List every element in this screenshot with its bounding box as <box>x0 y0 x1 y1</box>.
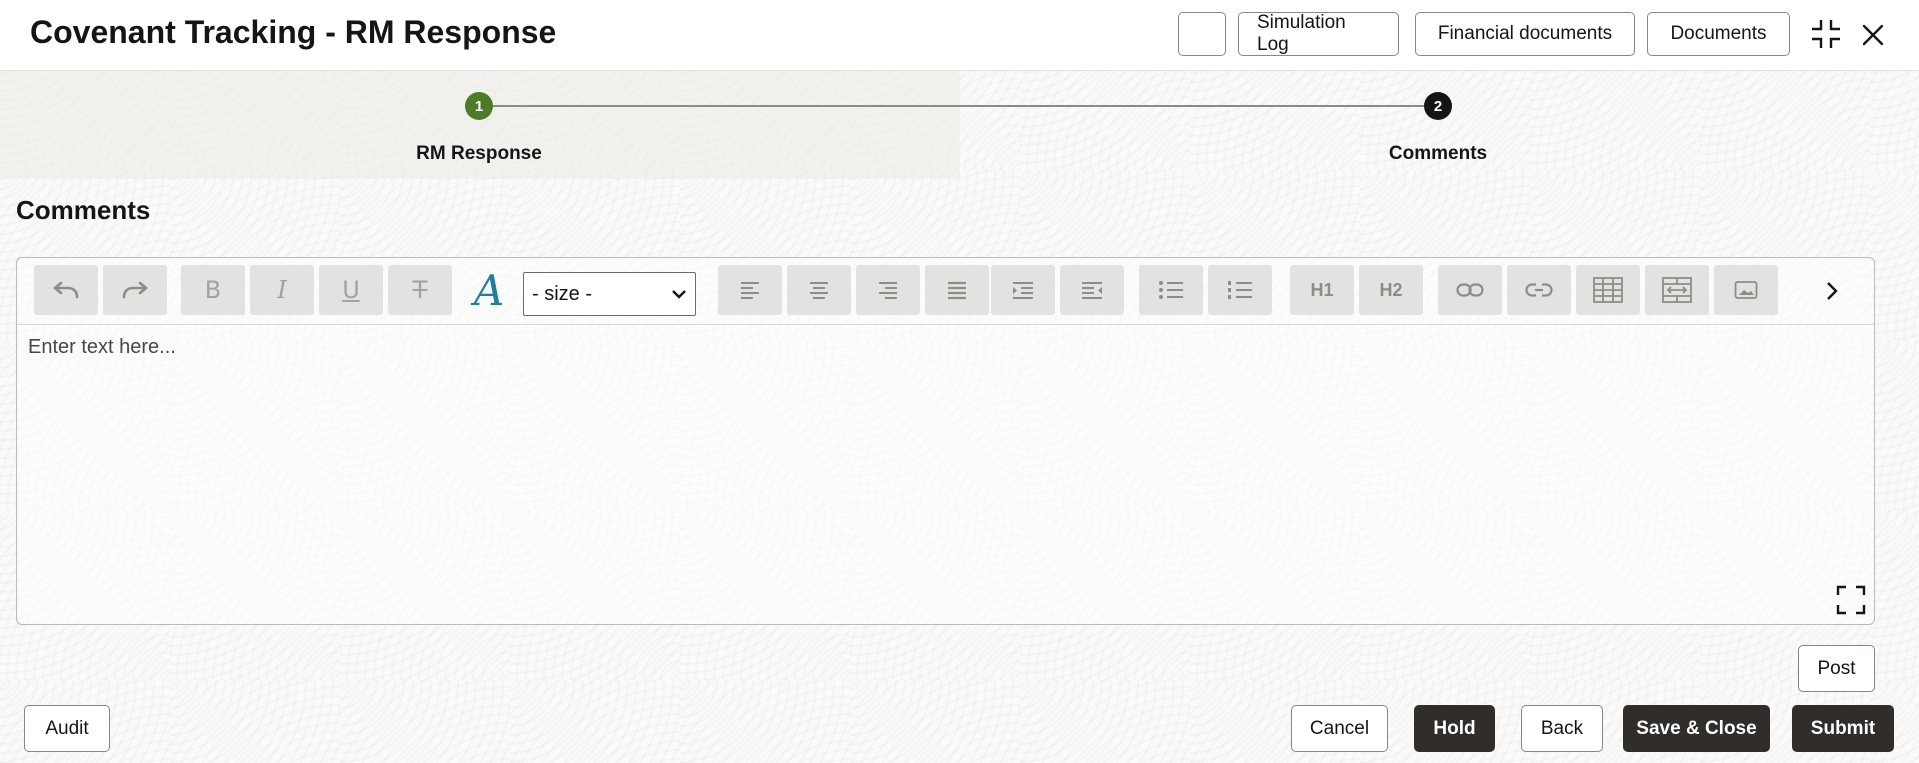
align-left-icon[interactable] <box>718 265 782 315</box>
editor-content-placeholder[interactable]: Enter text here... <box>28 336 176 359</box>
table-icon[interactable] <box>1576 265 1640 315</box>
collapse-icon[interactable] <box>1808 16 1844 52</box>
expand-icon[interactable] <box>1834 583 1868 617</box>
post-button[interactable]: Post <box>1798 645 1875 692</box>
image-icon[interactable] <box>1714 265 1778 315</box>
submit-button[interactable]: Submit <box>1792 705 1894 752</box>
numbered-list-icon[interactable] <box>1208 265 1272 315</box>
save-close-button[interactable]: Save & Close <box>1623 705 1770 752</box>
bold-icon[interactable]: B <box>181 265 245 315</box>
justify-icon[interactable] <box>925 265 989 315</box>
editor-toolbar: B I U T A - size - H1 H2 <box>17 258 1874 325</box>
heading-1-icon[interactable]: H1 <box>1290 265 1354 315</box>
align-right-icon[interactable] <box>856 265 920 315</box>
close-icon[interactable] <box>1856 18 1890 52</box>
table-properties-icon[interactable] <box>1645 265 1709 315</box>
link-icon[interactable] <box>1438 265 1502 315</box>
underline-icon[interactable]: U <box>319 265 383 315</box>
unlink-icon[interactable] <box>1507 265 1571 315</box>
audit-button[interactable]: Audit <box>24 705 110 752</box>
financial-documents-button[interactable]: Financial documents <box>1415 12 1635 56</box>
train-step-2-label[interactable]: Comments <box>1389 143 1487 165</box>
outdent-icon[interactable] <box>1060 265 1124 315</box>
undo-icon[interactable] <box>34 265 98 315</box>
chevron-right-icon[interactable] <box>1816 275 1848 307</box>
page-title: Covenant Tracking - RM Response <box>30 14 557 50</box>
redo-icon[interactable] <box>103 265 167 315</box>
align-center-icon[interactable] <box>787 265 851 315</box>
indent-icon[interactable] <box>991 265 1055 315</box>
train-step-1-label[interactable]: RM Response <box>416 143 542 165</box>
simulation-log-button[interactable]: Simulation Log <box>1238 12 1399 56</box>
train-connector <box>480 105 1438 107</box>
blank-button[interactable] <box>1178 12 1226 56</box>
rich-text-editor: B I U T A - size - H1 H2 Enter text here… <box>16 257 1875 625</box>
page-header: Covenant Tracking - RM Response Simulati… <box>0 0 1919 71</box>
strikethrough-icon[interactable]: T <box>388 265 452 315</box>
heading-2-icon[interactable]: H2 <box>1359 265 1423 315</box>
hold-button[interactable]: Hold <box>1414 705 1495 752</box>
font-size-select[interactable]: - size - <box>523 272 696 316</box>
train-step-2-marker[interactable]: 2 <box>1424 92 1452 120</box>
chevron-down-icon <box>672 290 686 299</box>
section-title: Comments <box>16 195 151 225</box>
documents-button[interactable]: Documents <box>1647 12 1790 56</box>
italic-icon[interactable]: I <box>250 265 314 315</box>
bullet-list-icon[interactable] <box>1139 265 1203 315</box>
font-size-value: - size - <box>532 282 592 305</box>
train-step-1-marker[interactable]: 1 <box>465 92 493 120</box>
cancel-button[interactable]: Cancel <box>1291 705 1388 752</box>
font-color-icon[interactable]: A <box>457 265 521 315</box>
back-button[interactable]: Back <box>1521 705 1603 752</box>
